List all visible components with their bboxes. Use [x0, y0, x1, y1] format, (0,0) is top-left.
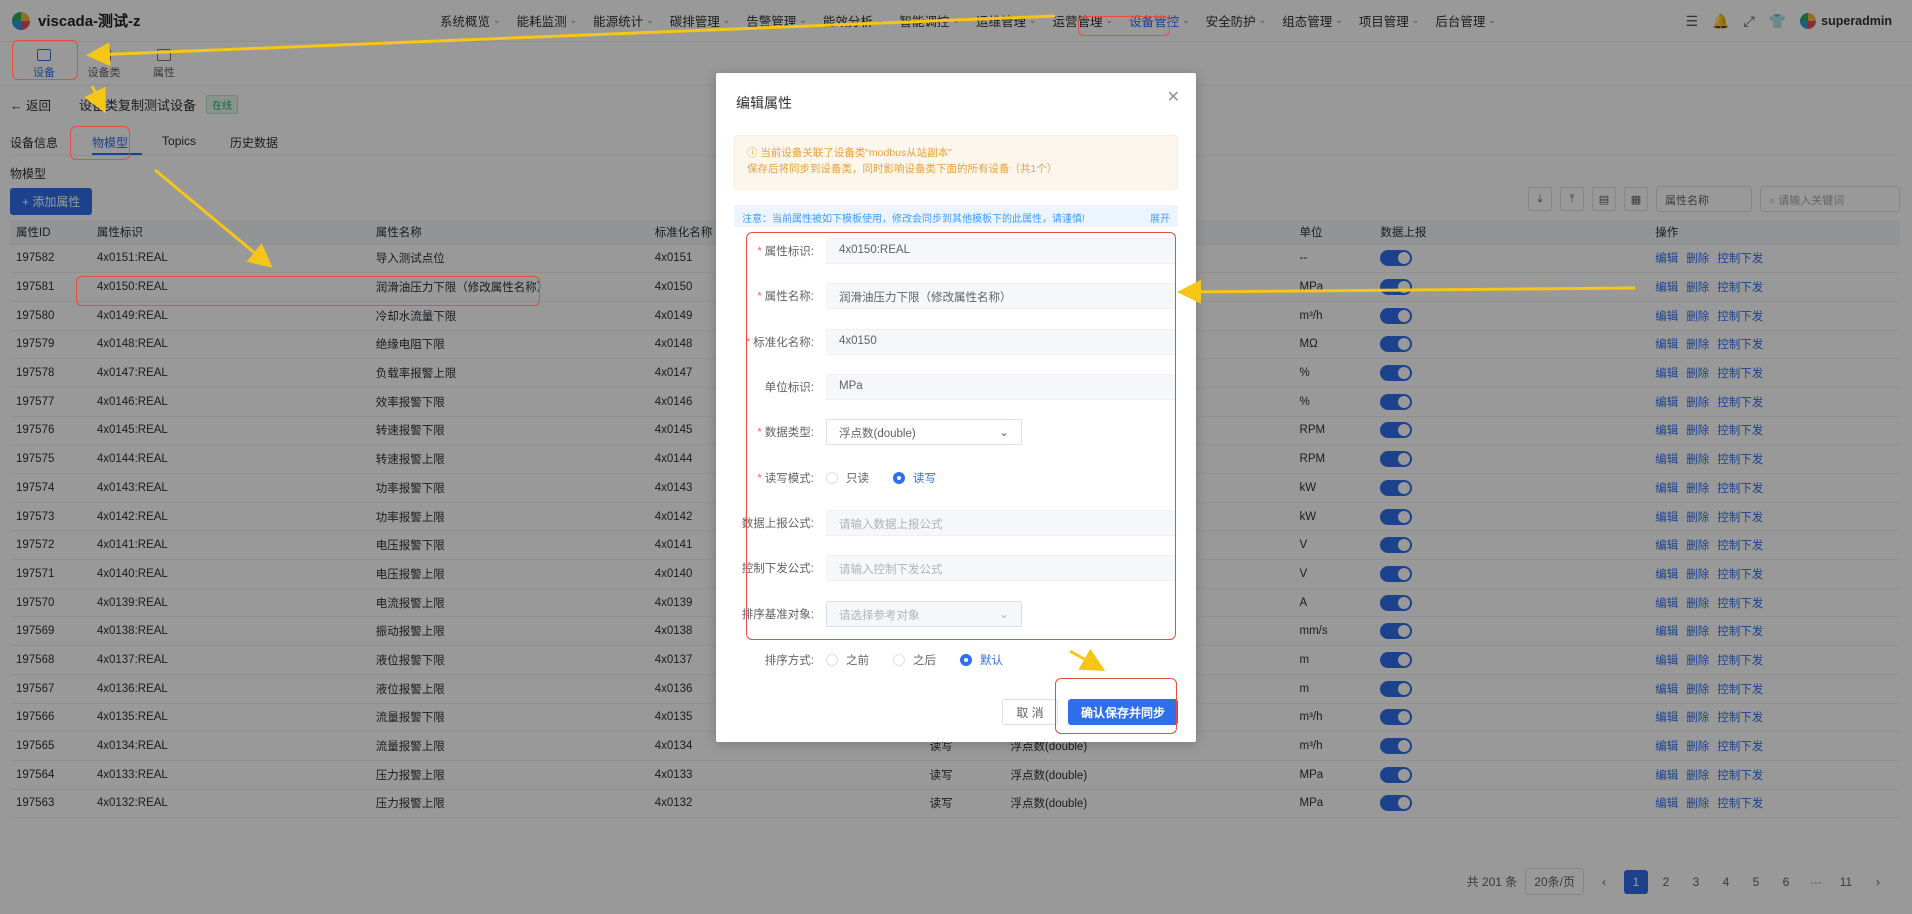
annotation-arrows — [84, 14, 1636, 671]
